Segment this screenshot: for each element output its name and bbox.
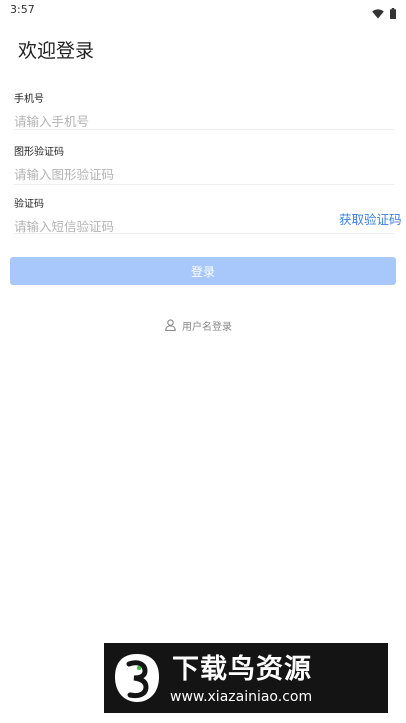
captcha-input[interactable] (14, 166, 314, 182)
username-login-link[interactable]: 用户名登录 (165, 316, 232, 335)
watermark-banner: 下载鸟资源 www.xiazainiao.com (104, 643, 388, 713)
wifi-icon (372, 4, 384, 23)
captcha-label: 图形验证码 (14, 147, 64, 158)
captcha-field: 图形验证码 (14, 143, 394, 182)
phone-input[interactable] (14, 113, 314, 129)
status-icons (372, 4, 396, 23)
bird-logo-icon (112, 651, 162, 709)
sms-code-input[interactable] (14, 218, 314, 234)
get-code-link[interactable]: 获取验证码 (339, 209, 402, 228)
status-bar: 3:57 (0, 0, 406, 20)
phone-divider (14, 129, 394, 130)
sms-code-label: 验证码 (14, 199, 44, 210)
captcha-divider (14, 184, 394, 185)
login-button[interactable]: 登录 (10, 257, 396, 285)
status-time: 3:57 (10, 3, 35, 16)
battery-icon (390, 4, 396, 23)
phone-field: 手机号 (14, 90, 394, 129)
sms-code-field: 验证码 (14, 195, 394, 234)
phone-label: 手机号 (14, 94, 44, 105)
page-title: 欢迎登录 (18, 40, 95, 62)
username-login-label: 用户名登录 (182, 322, 232, 333)
watermark-url: www.xiazainiao.com (170, 689, 313, 705)
watermark-title: 下载鸟资源 (172, 654, 312, 685)
user-icon (165, 316, 176, 335)
sms-code-divider (14, 233, 394, 234)
